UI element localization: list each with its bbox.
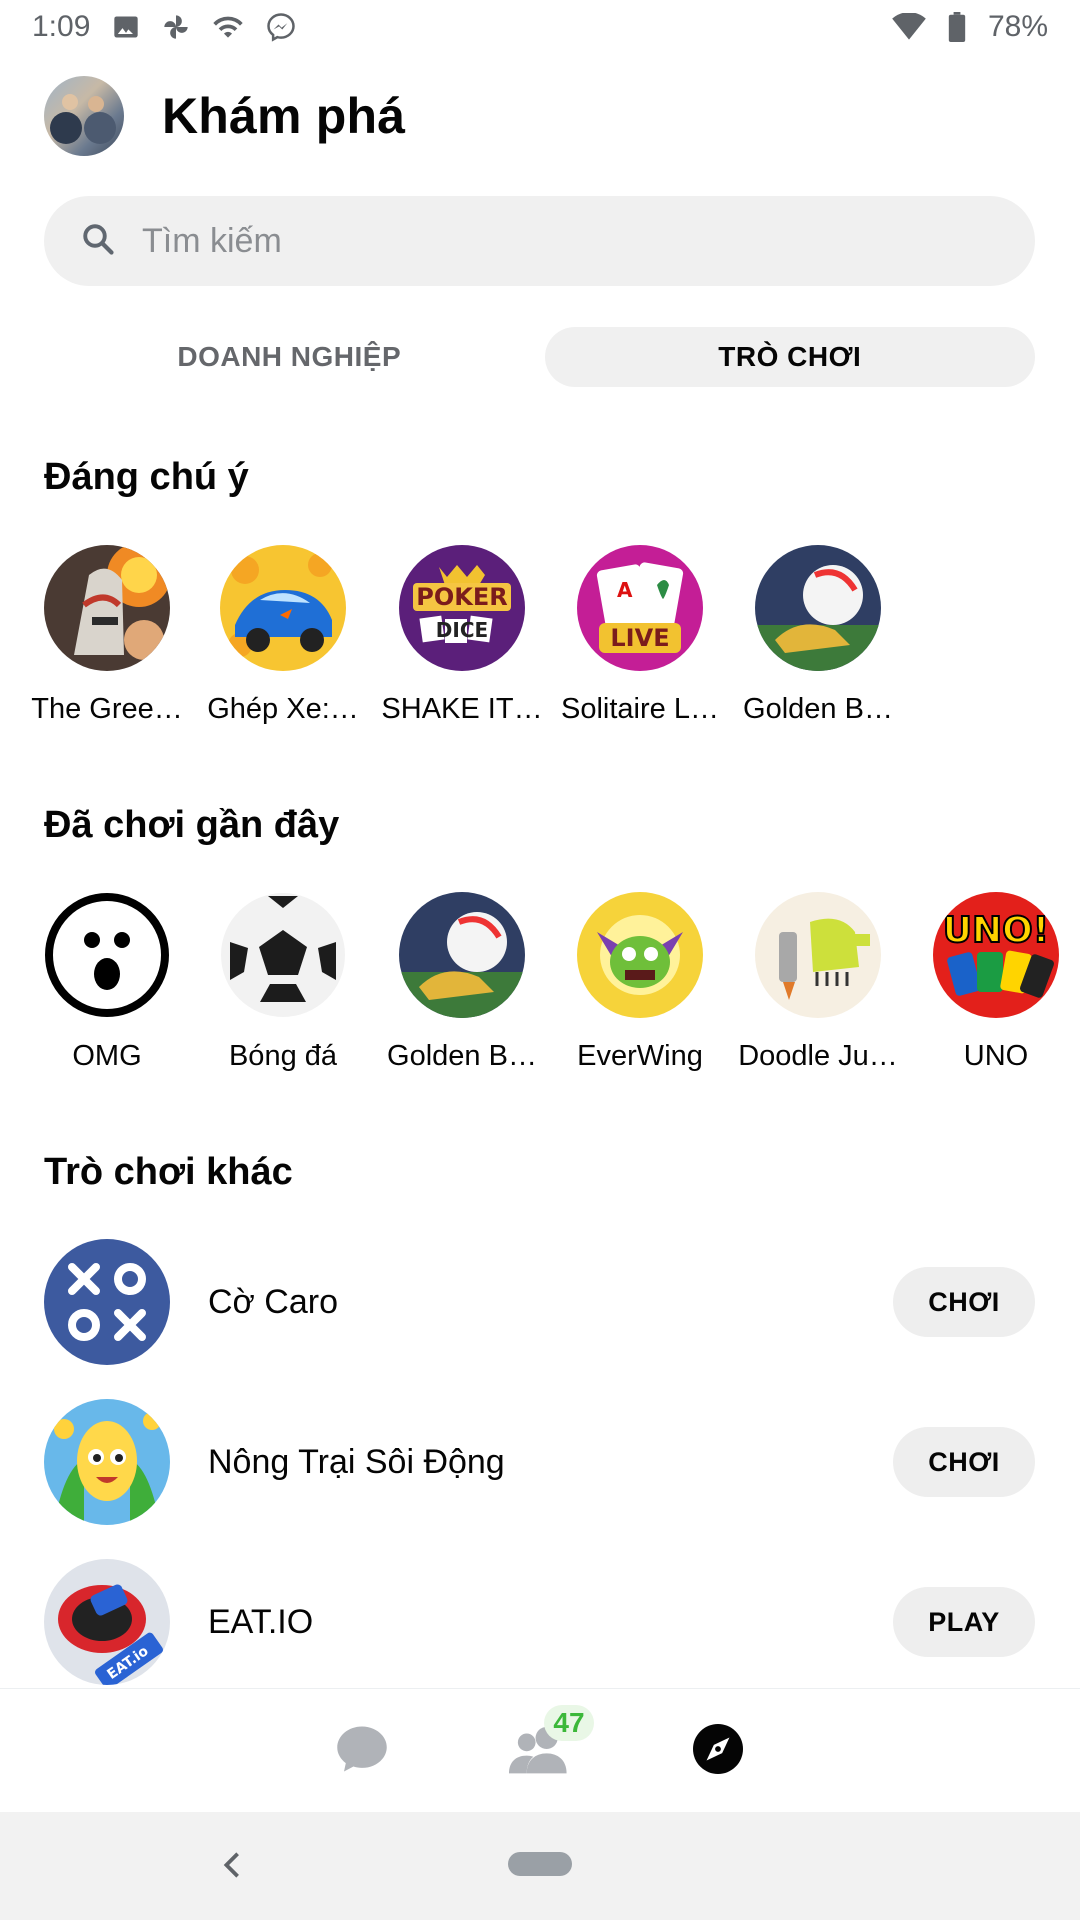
golden-boot-icon [399, 892, 525, 1018]
header: Khám phá [44, 76, 405, 156]
wifi-icon [212, 13, 244, 41]
list-item: Nông Trại Sôi Động CHƠI [44, 1398, 1035, 1526]
game-name: EAT.IO [208, 1602, 314, 1641]
recent-game-1[interactable]: OMG [18, 892, 196, 1073]
chevron-left-icon [222, 1850, 242, 1885]
bottom-nav: 47 [0, 1688, 1080, 1812]
status-bar: 1:09 78% [0, 0, 1080, 54]
play-button[interactable]: CHƠI [893, 1427, 1035, 1497]
svg-text:A: A [617, 578, 633, 602]
messenger-icon [266, 12, 296, 42]
recent-game-2[interactable]: Bóng đá [194, 892, 372, 1073]
list-item: EAT.io EAT.IO PLAY [44, 1558, 1035, 1686]
category-tabs: DOANH NGHIỆP TRÒ CHƠI [44, 327, 1035, 387]
section-title-recent: Đã chơi gần đây [44, 804, 340, 846]
caro-icon [44, 1239, 170, 1365]
recent-game-label: Golden B… [387, 1040, 537, 1072]
play-button[interactable]: CHƠI [893, 1267, 1035, 1337]
people-tab[interactable]: 47 [500, 1705, 594, 1791]
featured-games-row: The Gree… Ghép Xe:… POKER DICE SHAKE IT… … [0, 545, 1080, 725]
discover-icon [693, 1723, 743, 1779]
section-title-other: Trò chơi khác [44, 1151, 293, 1193]
list-item: Cờ Caro CHƠI [44, 1238, 1035, 1366]
chats-tab[interactable] [322, 1711, 402, 1791]
omg-icon [44, 892, 170, 1018]
recent-game-label: EverWing [577, 1040, 703, 1072]
solitaire-live-icon: A LIVE [577, 545, 703, 671]
golden-boot-icon [755, 545, 881, 671]
recent-game-label: Doodle Ju… [738, 1040, 898, 1072]
featured-game-label: Golden B… [743, 693, 893, 725]
recent-game-label: Bóng đá [228, 1040, 338, 1072]
ghep-xe-icon [220, 545, 346, 671]
image-icon [112, 13, 140, 41]
svg-text:DICE: DICE [436, 618, 488, 642]
discover-tab[interactable] [678, 1711, 758, 1791]
recent-game-label: UNO [963, 1040, 1029, 1072]
everwing-icon [577, 892, 703, 1018]
svg-text:UNO!: UNO! [943, 910, 1049, 951]
system-nav-bar [0, 1812, 1080, 1920]
profile-avatar[interactable] [44, 76, 124, 156]
uno-icon: UNO! [933, 892, 1059, 1018]
search-input[interactable] [142, 221, 962, 261]
game-name: Nông Trại Sôi Động [208, 1442, 505, 1481]
featured-game-5[interactable]: Golden B… [729, 545, 907, 726]
svg-text:LIVE: LIVE [610, 624, 669, 652]
featured-game-label: Ghép Xe:… [207, 693, 359, 725]
signal-icon [892, 13, 926, 41]
status-right: 78% [892, 10, 1048, 44]
featured-game-1[interactable]: The Gree… [18, 545, 196, 726]
doodle-jump-icon [755, 892, 881, 1018]
chats-icon [335, 1724, 389, 1779]
the-green-game-icon [44, 545, 170, 671]
battery-icon [948, 12, 966, 42]
page-title: Khám phá [162, 88, 406, 144]
battery-percent: 78% [987, 10, 1048, 43]
soccer-ball-icon [220, 892, 346, 1018]
featured-game-2[interactable]: Ghép Xe:… [194, 545, 372, 726]
back-button[interactable] [212, 1842, 252, 1892]
game-name: Cờ Caro [208, 1282, 338, 1321]
recent-game-label: OMG [72, 1040, 142, 1072]
featured-game-3[interactable]: POKER DICE SHAKE IT… [373, 545, 551, 726]
recent-games-row: OMG Bóng đá Golden B… EverWing Doodle Ju… [0, 892, 1080, 1072]
recent-game-6[interactable]: UNO! UNO [907, 892, 1080, 1073]
search-icon [80, 221, 116, 262]
search-bar[interactable] [44, 196, 1035, 286]
featured-game-label: Solitaire L… [561, 693, 719, 725]
featured-game-4[interactable]: A LIVE Solitaire L… [551, 545, 729, 726]
poker-dice-icon: POKER DICE [399, 545, 525, 671]
farm-corn-icon [44, 1399, 170, 1525]
status-left: 1:09 [32, 10, 296, 44]
section-title-featured: Đáng chú ý [44, 456, 249, 498]
eat-io-icon: EAT.io [44, 1559, 170, 1685]
featured-game-label: The Gree… [31, 693, 183, 725]
recent-game-3[interactable]: Golden B… [373, 892, 551, 1073]
recent-game-5[interactable]: Doodle Ju… [729, 892, 907, 1073]
recent-game-4[interactable]: EverWing [551, 892, 729, 1073]
status-time: 1:09 [32, 10, 91, 43]
featured-game-label: SHAKE IT… [381, 693, 543, 725]
pinwheel-icon [162, 13, 190, 41]
home-pill[interactable] [508, 1852, 572, 1876]
tab-business[interactable]: DOANH NGHIỆP [44, 327, 535, 387]
svg-text:POKER: POKER [416, 583, 507, 611]
tab-games[interactable]: TRÒ CHƠI [544, 327, 1035, 387]
people-badge: 47 [544, 1705, 594, 1741]
play-button[interactable]: PLAY [893, 1587, 1035, 1657]
